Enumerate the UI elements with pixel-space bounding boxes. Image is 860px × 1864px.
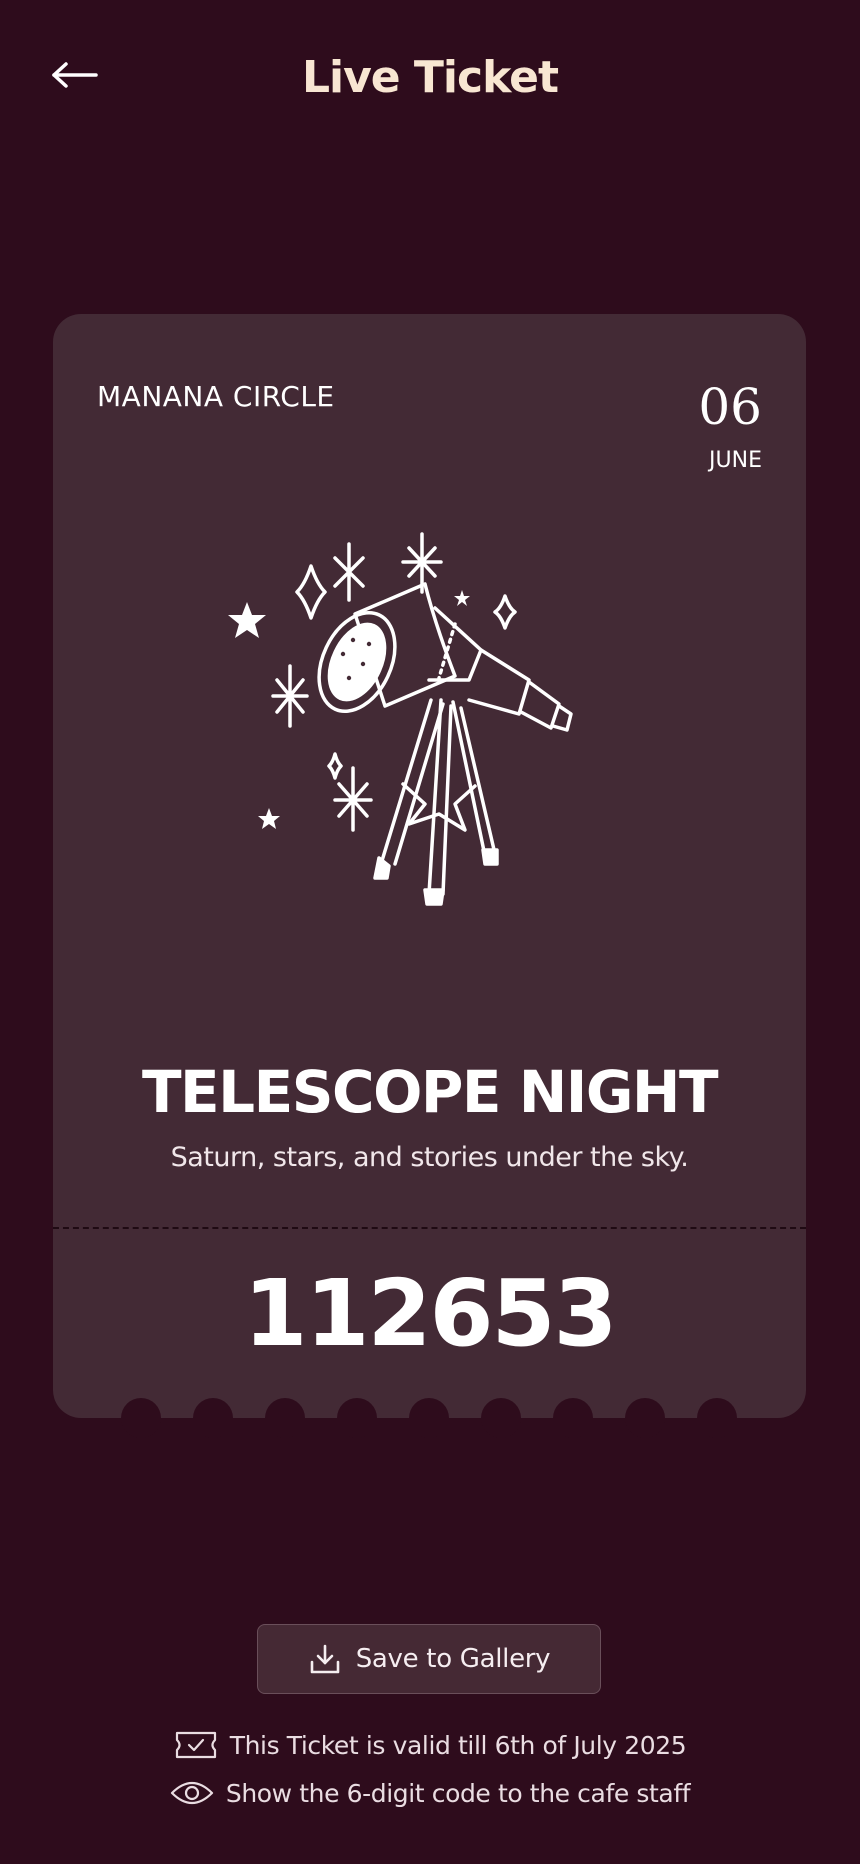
date-day: 06	[698, 378, 762, 436]
ticket-notch	[265, 1398, 305, 1438]
sparkle-icon	[333, 542, 365, 602]
ticket-notch	[337, 1398, 377, 1438]
ticket-notch	[193, 1398, 233, 1438]
eye-icon	[170, 1776, 214, 1810]
organizer-name: MANANA CIRCLE	[97, 380, 335, 413]
perforation-divider	[53, 1227, 806, 1229]
sparkle-icon	[271, 664, 309, 728]
page-title: Live Ticket	[301, 52, 559, 103]
event-subtitle: Saturn, stars, and stories under the sky…	[170, 1142, 689, 1173]
download-icon	[308, 1642, 342, 1676]
ticket-notch	[553, 1398, 593, 1438]
validity-text: This Ticket is valid till 6th of July 20…	[229, 1730, 687, 1760]
ticket-check-icon	[174, 1728, 218, 1762]
ticket-notch	[409, 1398, 449, 1438]
sparkle-icon	[333, 766, 373, 832]
ticket-notch	[481, 1398, 521, 1438]
save-button-label: Save to Gallery	[355, 1644, 551, 1674]
tripod	[379, 698, 487, 896]
diamond-sparkle-icon	[295, 564, 327, 620]
instruction-text: Show the 6-digit code to the cafe staff	[225, 1778, 691, 1808]
save-to-gallery-button[interactable]: Save to Gallery	[257, 1624, 601, 1694]
top-bar: Live Ticket	[0, 0, 860, 160]
star-icon	[258, 808, 280, 829]
validity-note: This Ticket is valid till 6th of July 20…	[0, 1728, 860, 1762]
star-icon	[228, 602, 266, 638]
sparkle-icon	[401, 532, 443, 594]
ticket-notch	[625, 1398, 665, 1438]
telescope-stars-illustration	[228, 532, 573, 906]
ticket-card: MANANA CIRCLE 06 JUNE TELESCOPE NIGHT Sa…	[53, 314, 806, 1438]
diamond-sparkle-icon	[327, 752, 343, 780]
instruction-note: Show the 6-digit code to the cafe staff	[0, 1776, 860, 1810]
event-title: TELESCOPE NIGHT	[141, 1058, 719, 1126]
date-month: JUNE	[709, 448, 762, 473]
star-icon	[454, 590, 470, 606]
ticket-notch	[697, 1398, 737, 1438]
ticket-notch	[121, 1398, 161, 1438]
diamond-sparkle-icon	[493, 594, 517, 630]
ticket-code: 112653	[243, 1260, 617, 1367]
